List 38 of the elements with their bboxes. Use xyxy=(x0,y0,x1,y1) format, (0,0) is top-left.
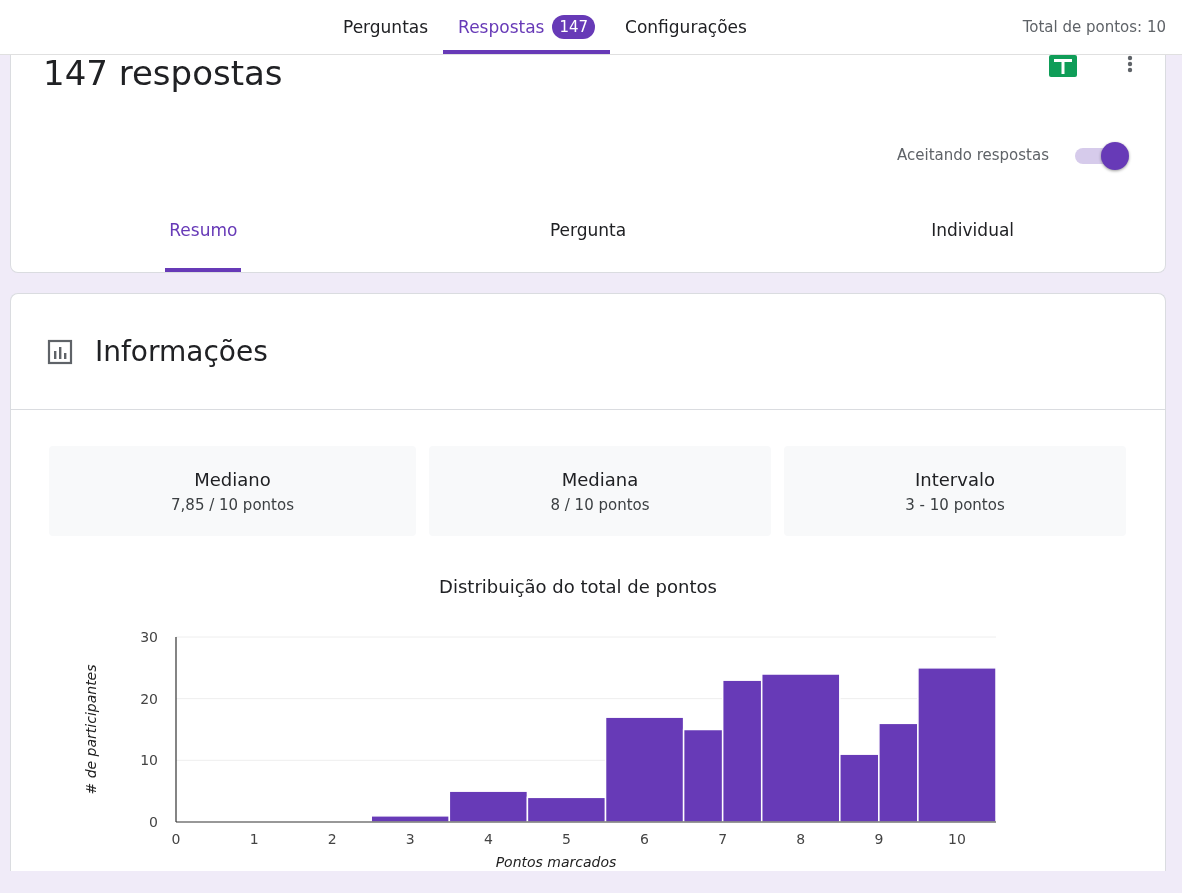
x-tick-label: 8 xyxy=(796,831,806,847)
count-badge: 147 xyxy=(552,15,596,39)
x-tick-label: 4 xyxy=(483,831,493,847)
y-tick-label: 30 xyxy=(140,629,158,645)
x-tick-label: 6 xyxy=(640,831,650,847)
x-tick-label: 3 xyxy=(405,831,415,847)
accepting-toggle[interactable] xyxy=(1073,140,1131,170)
total-points: Total de pontos: 10 xyxy=(1022,18,1166,36)
spreadsheet-icon[interactable] xyxy=(1049,55,1077,79)
x-tick-label: 7 xyxy=(718,831,728,847)
nav-tab[interactable]: Configurações xyxy=(610,0,762,54)
section-title: Informações xyxy=(95,335,268,368)
nav-tab[interactable]: Perguntas xyxy=(328,0,444,54)
y-tick-label: 0 xyxy=(149,814,158,830)
stat-value: 7,85 / 10 pontos xyxy=(171,495,294,514)
accepting-label: Aceitando respostas xyxy=(897,146,1049,164)
x-tick-label: 0 xyxy=(171,831,181,847)
x-tick-label: 5 xyxy=(562,831,571,847)
x-tick-label: 1 xyxy=(249,831,259,847)
view-tab[interactable]: Individual xyxy=(927,191,1019,272)
stat-label: Mediano xyxy=(194,468,271,490)
x-axis-title: Pontos marcados xyxy=(495,854,617,870)
stat-value: 3 - 10 pontos xyxy=(905,495,1005,514)
more-options-icon[interactable] xyxy=(1127,55,1133,73)
view-tab[interactable]: Pergunta xyxy=(545,191,631,272)
stat-label: Intervalo xyxy=(915,468,995,490)
x-tick-label: 9 xyxy=(874,831,884,847)
stat-label: Mediana xyxy=(561,468,639,490)
responses-title: 147 respostas xyxy=(43,53,283,95)
y-axis-title: # de participantes xyxy=(83,664,99,795)
y-tick-label: 10 xyxy=(140,752,158,769)
stat-value: 8 / 10 pontos xyxy=(550,495,650,514)
chart-icon xyxy=(47,338,73,365)
view-tab[interactable]: Resumo xyxy=(165,191,242,272)
x-tick-label: 2 xyxy=(327,831,337,847)
chart-title: Distribuição do total de pontos xyxy=(438,576,718,597)
x-tick-label: 10 xyxy=(948,831,966,847)
y-tick-label: 20 xyxy=(140,690,158,707)
